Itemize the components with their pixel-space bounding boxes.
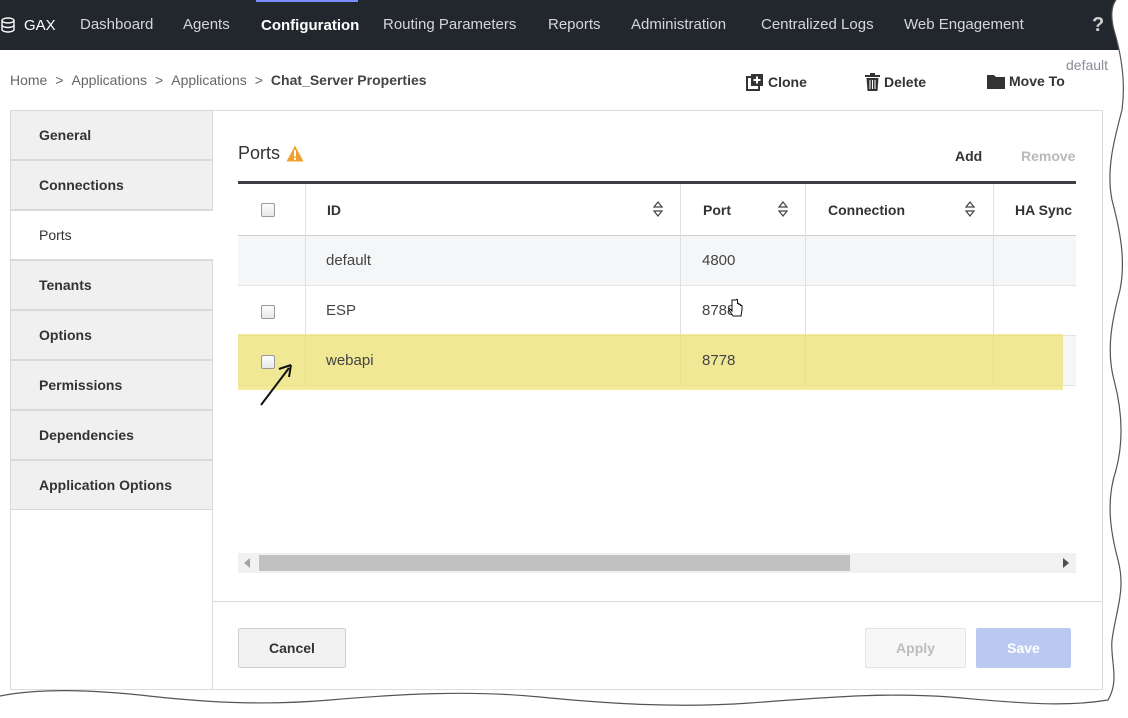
scroll-left-icon[interactable]: [244, 558, 250, 568]
port-id-cell: ESP: [326, 302, 357, 319]
tab-ports[interactable]: Ports: [10, 210, 213, 260]
clone-button[interactable]: Clone: [746, 73, 807, 91]
port-number-cell: 4800: [702, 252, 736, 269]
cancel-button[interactable]: Cancel: [238, 628, 346, 668]
nav-administration[interactable]: Administration: [631, 0, 726, 50]
remove-port-button[interactable]: Remove: [1021, 148, 1075, 164]
tab-options[interactable]: Options: [10, 310, 213, 360]
delete-label: Delete: [884, 74, 927, 90]
row-checkbox[interactable]: [261, 355, 275, 369]
move-to-label: Move To: [1009, 73, 1065, 89]
brand[interactable]: GAX: [0, 0, 56, 50]
horizontal-scrollbar[interactable]: [238, 553, 1076, 573]
warning-icon: [286, 145, 304, 162]
breadcrumb-home[interactable]: Home: [10, 72, 47, 88]
nav-reports[interactable]: Reports: [548, 0, 601, 50]
breadcrumb-current: Chat_Server Properties: [270, 72, 427, 88]
ports-heading: Ports: [238, 143, 304, 164]
tab-connections[interactable]: Connections: [10, 160, 213, 210]
profile-label[interactable]: default: [1066, 57, 1108, 73]
nav-centralized-logs[interactable]: Centralized Logs: [761, 0, 874, 50]
row-checkbox[interactable]: [261, 305, 275, 319]
ports-title: Ports: [238, 143, 281, 163]
help-icon[interactable]: ?: [1092, 0, 1104, 50]
port-id-cell: webapi: [326, 352, 374, 369]
add-port-button[interactable]: Add: [955, 148, 982, 164]
select-all-checkbox[interactable]: [261, 203, 275, 217]
apply-button[interactable]: Apply: [865, 628, 966, 668]
nav-dashboard[interactable]: Dashboard: [80, 0, 153, 50]
delete-button[interactable]: Delete: [865, 73, 926, 91]
port-number-cell: 8788: [702, 302, 736, 319]
sort-port-icon[interactable]: [778, 201, 788, 217]
breadcrumb-separator: >: [55, 72, 64, 88]
nav-configuration[interactable]: Configuration: [256, 0, 359, 50]
tab-dependencies[interactable]: Dependencies: [10, 410, 213, 460]
top-nav: GAX Dashboard Agents Configuration Routi…: [0, 0, 1128, 50]
tab-tenants[interactable]: Tenants: [10, 260, 213, 310]
tab-application-options[interactable]: Application Options: [10, 460, 213, 510]
sort-id-icon[interactable]: [653, 201, 663, 217]
tab-general[interactable]: General: [10, 110, 213, 160]
trash-icon: [865, 73, 880, 91]
brand-label: GAX: [24, 16, 56, 34]
move-to-button[interactable]: Move To: [987, 73, 1065, 89]
clone-label: Clone: [768, 74, 807, 90]
clone-icon: [746, 74, 763, 91]
breadcrumb-separator: >: [254, 72, 263, 88]
breadcrumb-applications-folder[interactable]: Applications: [171, 72, 247, 88]
footer-divider: [212, 601, 1103, 602]
column-header-ha-sync[interactable]: HA Sync: [1015, 184, 1076, 236]
sort-connection-icon[interactable]: [965, 201, 975, 217]
scroll-right-icon[interactable]: [1063, 558, 1069, 568]
column-header-port[interactable]: Port: [703, 184, 783, 236]
port-number-cell: 8778: [702, 352, 736, 369]
breadcrumb-applications[interactable]: Applications: [72, 72, 148, 88]
folder-icon: [987, 75, 1005, 89]
tab-permissions[interactable]: Permissions: [10, 360, 213, 410]
app-window: GAX Dashboard Agents Configuration Routi…: [0, 0, 1128, 718]
database-logo-icon: [1, 17, 15, 33]
breadcrumb-separator: >: [155, 72, 164, 88]
column-header-id[interactable]: ID: [327, 184, 667, 236]
nav-web-engagement[interactable]: Web Engagement: [904, 0, 1024, 50]
nav-routing-parameters[interactable]: Routing Parameters: [383, 0, 516, 50]
breadcrumb: Home > Applications > Applications > Chat_Serv…: [10, 72, 427, 88]
port-id-cell: default: [326, 252, 372, 269]
save-button[interactable]: Save: [976, 628, 1071, 668]
column-header-connection[interactable]: Connection: [828, 184, 968, 236]
nav-agents[interactable]: Agents: [183, 0, 230, 50]
scrollbar-thumb[interactable]: [259, 555, 850, 571]
